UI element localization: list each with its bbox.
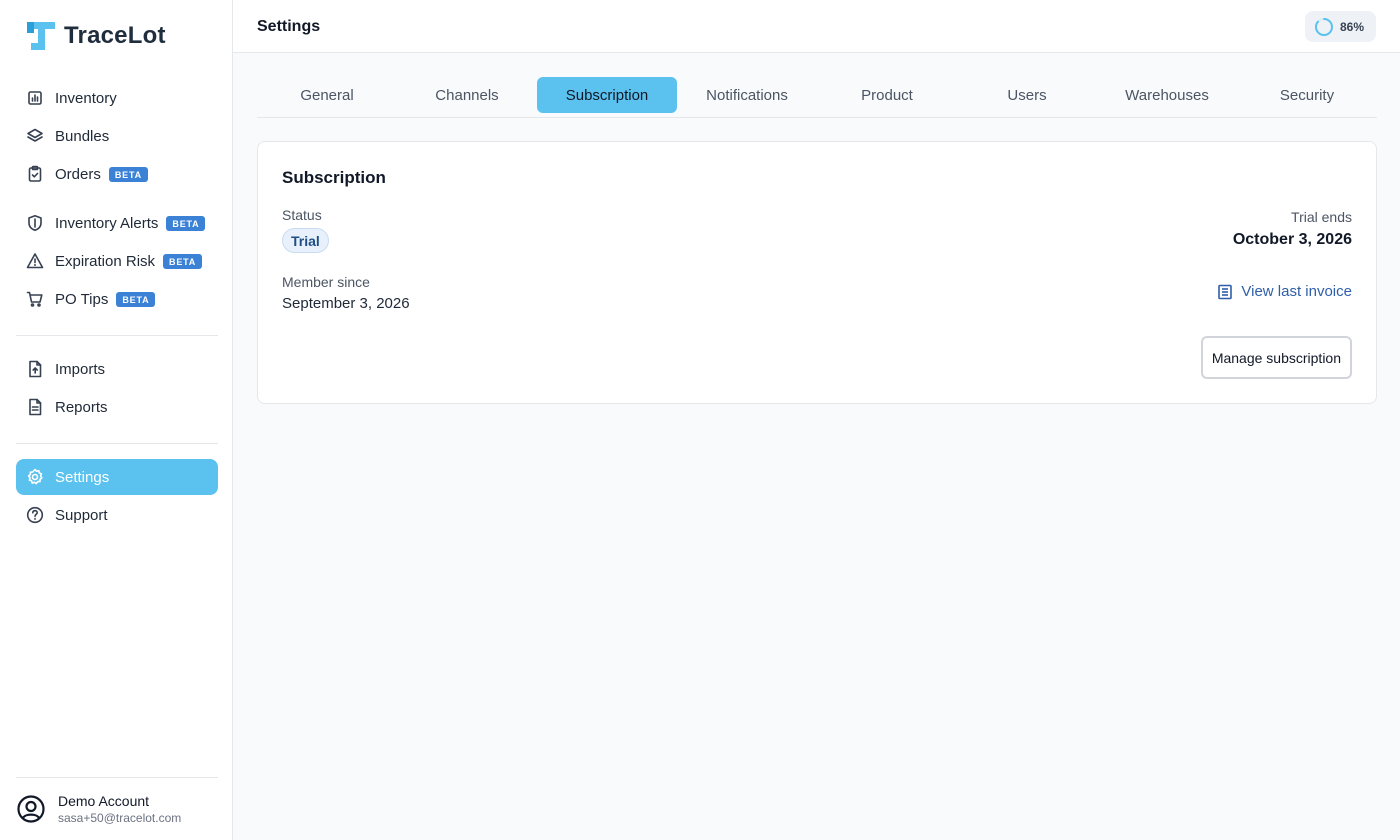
tab-warehouses[interactable]: Warehouses (1097, 77, 1237, 113)
sidebar-item-inventory[interactable]: Inventory (16, 80, 218, 116)
sidebar-item-label: Inventory Alerts (55, 214, 159, 232)
app-name: TraceLot (64, 22, 166, 49)
sidebar-item-label: Expiration Risk (55, 252, 156, 270)
tab-channels[interactable]: Channels (397, 77, 537, 113)
progress-ring-icon (1315, 17, 1333, 36)
sidebar-item-bundles[interactable]: Bundles (16, 118, 218, 154)
app-logo[interactable]: TraceLot (27, 22, 166, 50)
sidebar-item-support[interactable]: Support (16, 497, 218, 533)
settings-tabs: General Channels Subscription Notifications… (257, 77, 1377, 118)
beta-badge: BETA (166, 215, 206, 231)
sidebar-item-imports[interactable]: Imports (16, 351, 218, 387)
file-upload-icon (26, 360, 44, 378)
sidebar-group: Inventory Alerts BETA Expiration Risk BETA P… (16, 205, 218, 319)
view-last-invoice-link[interactable]: View last invoice (1217, 283, 1352, 300)
manage-subscription-button[interactable]: Manage subscription (1200, 336, 1352, 379)
status-badge: Trial (282, 228, 329, 253)
invoice-link-label: View last invoice (1241, 283, 1352, 300)
sidebar-divider (16, 443, 218, 444)
shield-icon (26, 214, 44, 232)
sidebar-item-label: Inventory (55, 89, 117, 107)
sidebar: TraceLot Inventory Bundles Orders BETA Inven… (0, 0, 233, 840)
warning-icon (26, 252, 44, 270)
sidebar-item-orders[interactable]: Orders BETA (16, 156, 218, 192)
beta-badge: BETA (108, 166, 148, 182)
beta-badge: BETA (116, 291, 156, 307)
file-text-icon (26, 398, 44, 416)
sidebar-item-reports[interactable]: Reports (16, 389, 218, 425)
setup-progress-indicator[interactable]: 86% (1305, 11, 1376, 42)
sidebar-item-po-tips[interactable]: PO Tips BETA (16, 281, 218, 317)
account-email: sasa+50@tracelot.com (58, 811, 182, 825)
status-label: Status (282, 207, 322, 223)
sidebar-item-label: Orders (55, 165, 101, 183)
sidebar-divider (16, 335, 218, 336)
layers-icon (26, 127, 44, 145)
clipboard-check-icon (26, 165, 44, 183)
sidebar-group: Inventory Bundles Orders BETA (16, 80, 218, 194)
top-header: Settings 86% (233, 0, 1400, 53)
sidebar-item-label: Bundles (55, 127, 110, 145)
invoice-icon (1218, 284, 1233, 299)
tab-general[interactable]: General (257, 77, 397, 113)
tab-security[interactable]: Security (1237, 77, 1377, 113)
sidebar-item-inventory-alerts[interactable]: Inventory Alerts BETA (16, 205, 218, 241)
card-title: Subscription (282, 168, 386, 187)
page-title: Settings (257, 18, 321, 35)
member-since-label: Member since (282, 274, 370, 290)
tab-subscription[interactable]: Subscription (537, 77, 677, 113)
subscription-card: Subscription Status Trial Member since S… (257, 141, 1377, 404)
sidebar-item-expiration-risk[interactable]: Expiration Risk BETA (16, 243, 218, 279)
account-name: Demo Account (58, 793, 150, 809)
member-since-value: September 3, 2026 (282, 295, 410, 312)
beta-badge: BETA (163, 253, 203, 269)
sidebar-item-label: Support (55, 506, 108, 524)
cart-icon (26, 290, 44, 308)
sidebar-item-label: Settings (55, 468, 110, 486)
chart-bar-icon (26, 89, 44, 107)
sidebar-group: Settings Support (16, 459, 218, 535)
sidebar-item-label: PO Tips (55, 290, 109, 308)
gear-icon (26, 468, 44, 486)
sidebar-item-label: Imports (55, 360, 106, 378)
tab-product[interactable]: Product (817, 77, 957, 113)
tab-users[interactable]: Users (957, 77, 1097, 113)
sidebar-item-label: Reports (55, 398, 108, 416)
help-circle-icon (26, 506, 44, 524)
progress-percent: 86% (1340, 19, 1365, 34)
tab-notifications[interactable]: Notifications (677, 77, 817, 113)
sidebar-group: Imports Reports (16, 351, 218, 427)
user-avatar-icon (16, 794, 46, 824)
sidebar-item-settings[interactable]: Settings (16, 459, 218, 495)
trial-ends-value: October 3, 2026 (1232, 231, 1352, 248)
tracelot-logo-icon (27, 22, 55, 50)
account-panel[interactable]: Demo Account sasa+50@tracelot.com (16, 777, 218, 840)
trial-ends-label: Trial ends (1291, 209, 1352, 225)
